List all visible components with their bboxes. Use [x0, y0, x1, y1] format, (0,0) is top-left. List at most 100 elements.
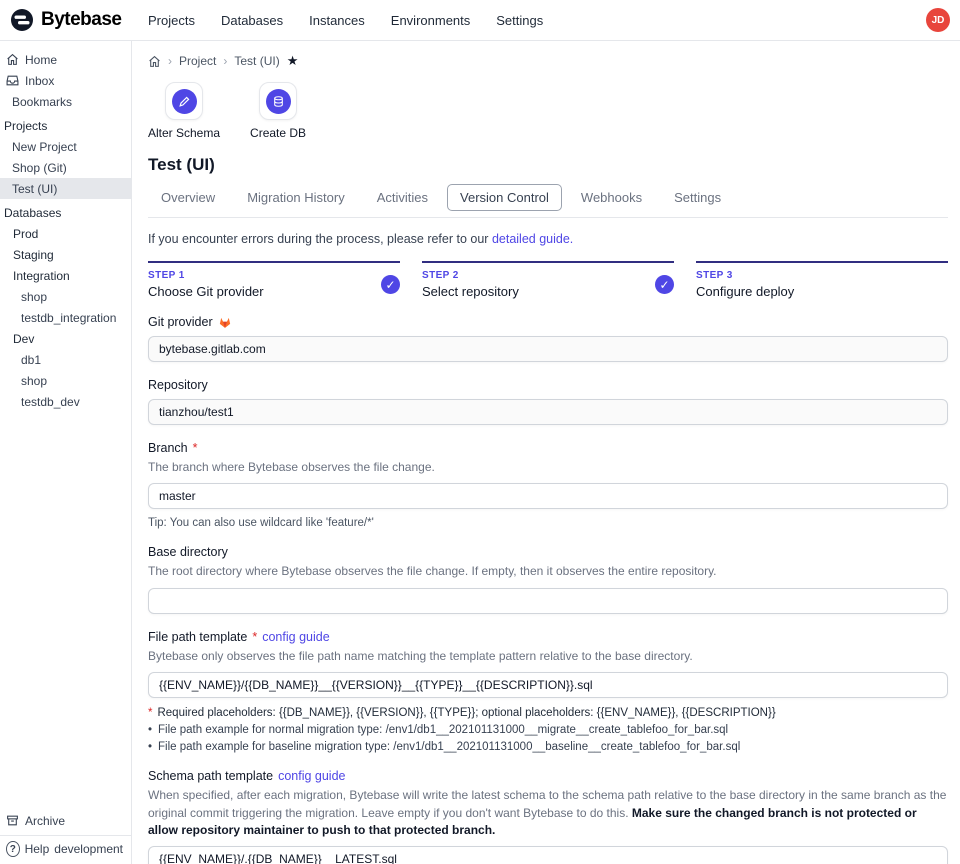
gitlab-icon	[218, 316, 232, 329]
bookmark-star-icon[interactable]: ★	[287, 53, 299, 69]
left-sidebar: Home Inbox Bookmarks Projects New Projec…	[0, 41, 132, 864]
step-1-title: Choose Git provider	[148, 284, 264, 299]
sidebar-section-projects[interactable]: Projects	[0, 115, 131, 136]
file-path-template-input[interactable]	[148, 672, 948, 698]
bytebase-logo[interactable]: Bytebase	[10, 8, 134, 32]
branch-help: The branch where Bytebase observes the f…	[148, 459, 948, 476]
breadcrumb-test-ui[interactable]: Test (UI)	[234, 54, 279, 68]
nav-databases[interactable]: Databases	[221, 13, 283, 28]
file-path-template-field: File path template * config guide Byteba…	[148, 630, 948, 753]
tab-activities[interactable]: Activities	[364, 184, 441, 211]
tab-overview[interactable]: Overview	[148, 184, 228, 211]
sidebar-db-shop-dev[interactable]: shop	[0, 370, 131, 391]
schema-path-template-input[interactable]	[148, 846, 948, 864]
sidebar-item-test-ui[interactable]: Test (UI)	[0, 178, 131, 199]
version-label: development	[54, 842, 125, 856]
sidebar-item-archive[interactable]: Archive	[0, 810, 131, 831]
tab-settings[interactable]: Settings	[661, 184, 734, 211]
nav-projects[interactable]: Projects	[148, 13, 195, 28]
step-1-check-icon: ✓	[381, 275, 400, 294]
base-directory-help: The root directory where Bytebase observ…	[148, 563, 948, 580]
base-directory-field: Base directory The root directory where …	[148, 545, 948, 613]
sidebar-bottom: Archive ? Help development	[0, 810, 131, 864]
required-asterisk: *	[252, 630, 257, 644]
sidebar-db-testdb-dev[interactable]: testdb_dev	[0, 391, 131, 412]
main-content: › Project › Test (UI) ★ Alter Schema	[132, 41, 960, 864]
tab-migration-history[interactable]: Migration History	[234, 184, 358, 211]
repository-label: Repository	[148, 378, 948, 392]
schema-path-config-guide-link[interactable]: config guide	[278, 769, 345, 783]
alter-schema-button[interactable]: Alter Schema	[148, 82, 220, 140]
sidebar-env-prod[interactable]: Prod	[0, 223, 131, 244]
help-label[interactable]: Help	[25, 842, 50, 856]
breadcrumb-separator: ›	[168, 54, 172, 68]
breadcrumb-project[interactable]: Project	[179, 54, 216, 68]
sidebar-item-inbox[interactable]: Inbox	[0, 70, 131, 91]
step-2-title: Select repository	[422, 284, 519, 299]
sidebar-item-bookmarks[interactable]: Bookmarks	[0, 91, 131, 112]
top-navbar: Bytebase Projects Databases Instances En…	[0, 0, 960, 41]
step-2-label: STEP 2	[422, 270, 519, 281]
sidebar-item-shop-git[interactable]: Shop (Git)	[0, 157, 131, 178]
sidebar-item-label: Inbox	[25, 74, 54, 88]
bytebase-logo-icon	[10, 8, 34, 32]
detailed-guide-link[interactable]: detailed guide.	[492, 232, 573, 246]
tab-webhooks[interactable]: Webhooks	[568, 184, 655, 211]
sidebar-env-dev[interactable]: Dev	[0, 328, 131, 349]
sidebar-divider	[0, 835, 131, 836]
page-title: Test (UI)	[148, 155, 948, 175]
branch-input[interactable]	[148, 483, 948, 509]
sidebar-env-staging[interactable]: Staging	[0, 244, 131, 265]
file-path-config-guide-link[interactable]: config guide	[262, 630, 329, 644]
sidebar-db-shop-integration[interactable]: shop	[0, 286, 131, 307]
git-provider-field: Git provider	[148, 315, 948, 362]
home-icon	[6, 53, 19, 66]
create-db-button[interactable]: Create DB	[250, 82, 306, 140]
database-icon	[266, 89, 291, 114]
breadcrumb-home-icon[interactable]	[148, 55, 161, 68]
sidebar-section-databases[interactable]: Databases	[0, 202, 131, 223]
git-provider-input[interactable]	[148, 336, 948, 362]
tab-bar: Overview Migration History Activities Ve…	[148, 184, 948, 218]
file-path-template-help: Bytebase only observes the file path nam…	[148, 648, 948, 665]
nav-environments[interactable]: Environments	[391, 13, 470, 28]
archive-icon	[6, 814, 19, 827]
schema-path-template-field: Schema path template config guide When s…	[148, 769, 948, 864]
sidebar-item-home[interactable]: Home	[0, 49, 131, 70]
schema-path-template-help: When specified, after each migration, By…	[148, 787, 948, 839]
step-3: STEP 3 Configure deploy	[696, 261, 948, 299]
base-directory-input[interactable]	[148, 588, 948, 614]
required-asterisk: *	[193, 441, 198, 455]
repository-input[interactable]	[148, 399, 948, 425]
top-nav-links: Projects Databases Instances Environment…	[148, 13, 543, 28]
git-provider-label: Git provider	[148, 315, 948, 329]
nav-instances[interactable]: Instances	[309, 13, 365, 28]
sidebar-item-label: Bookmarks	[12, 95, 72, 109]
intro-text: If you encounter errors during the proce…	[148, 232, 948, 246]
sidebar-env-integration[interactable]: Integration	[0, 265, 131, 286]
file-path-example-baseline: • File path example for baseline migrati…	[148, 741, 948, 753]
tab-version-control[interactable]: Version Control	[447, 184, 562, 211]
schema-path-template-label: Schema path template config guide	[148, 769, 948, 783]
inbox-icon	[6, 74, 19, 87]
branch-label: Branch *	[148, 441, 948, 455]
step-1: STEP 1 Choose Git provider ✓	[148, 261, 400, 299]
create-db-label: Create DB	[250, 126, 306, 140]
file-path-required-note: * Required placeholders: {{DB_NAME}}, {{…	[148, 707, 948, 719]
create-db-tile	[259, 82, 297, 120]
branch-tip: Tip: You can also use wildcard like 'fea…	[148, 517, 948, 529]
quick-actions: Alter Schema Create DB	[148, 82, 948, 140]
nav-settings[interactable]: Settings	[496, 13, 543, 28]
bullet-icon: •	[148, 724, 152, 736]
sidebar-db-testdb-integration[interactable]: testdb_integration	[0, 307, 131, 328]
sidebar-db-db1[interactable]: db1	[0, 349, 131, 370]
brand-name: Bytebase	[41, 9, 122, 31]
user-avatar[interactable]: JD	[926, 8, 950, 32]
breadcrumb-separator: ›	[223, 54, 227, 68]
alter-schema-tile	[165, 82, 203, 120]
help-icon[interactable]: ?	[6, 841, 20, 857]
step-1-label: STEP 1	[148, 270, 264, 281]
sidebar-item-label: Home	[25, 53, 57, 67]
sidebar-item-new-project[interactable]: New Project	[0, 136, 131, 157]
file-path-template-label: File path template * config guide	[148, 630, 948, 644]
